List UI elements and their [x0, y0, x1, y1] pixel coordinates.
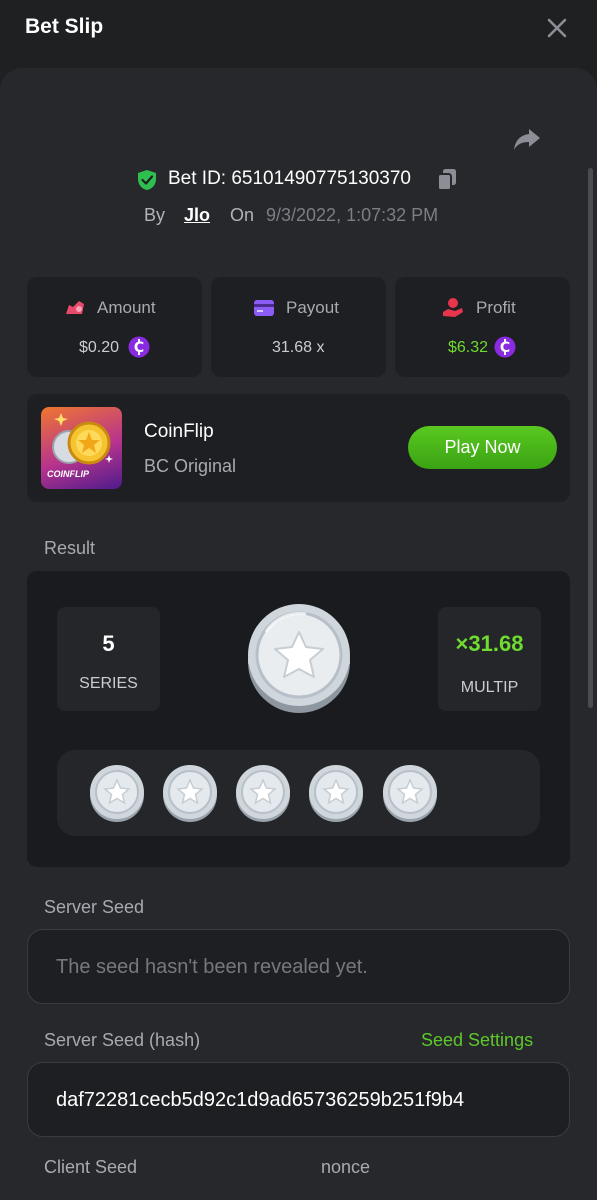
seed-settings-link[interactable]: Seed Settings	[421, 1030, 533, 1051]
game-name: CoinFlip	[144, 421, 214, 442]
shield-check-icon	[137, 169, 157, 191]
game-thumb-label: COINFLIP	[47, 469, 89, 479]
header-bar: Bet Slip	[0, 0, 597, 62]
bet-id-row: Bet ID: 65101490775130370	[0, 166, 597, 194]
hand-coin-icon	[442, 297, 464, 319]
payout-value: 31.68 x	[272, 339, 325, 356]
amount-card: Amount $0.20 C	[27, 277, 202, 377]
silver-coin-icon	[90, 765, 144, 822]
silver-coin-icon	[236, 765, 290, 822]
bet-meta-row: By Jlo On 9/3/2022, 1:07:32 PM	[0, 202, 597, 228]
coin-series-row	[57, 750, 540, 836]
game-card: COINFLIP CoinFlip BC Original Play Now	[27, 394, 570, 502]
close-icon[interactable]	[545, 16, 569, 40]
multiplier-box: ×31.68 MULTIP	[438, 607, 541, 711]
server-seed-field[interactable]: The seed hasn't been revealed yet.	[27, 929, 570, 1004]
currency-coin-icon: C	[494, 336, 516, 358]
result-card: 5 SERIES ×31.68 MULTIP	[27, 571, 570, 867]
series-box: 5 SERIES	[57, 607, 160, 711]
silver-coin-icon	[163, 765, 217, 822]
server-seed-hash-label: Server Seed (hash)	[44, 1030, 201, 1050]
payout-card: Payout 31.68 x	[211, 277, 386, 377]
silver-coin-icon	[383, 765, 437, 822]
page-title: Bet Slip	[25, 15, 104, 38]
series-label: SERIES	[79, 675, 138, 692]
bet-id: Bet ID: 65101490775130370	[168, 168, 411, 189]
multiplier-value: ×31.68	[455, 631, 524, 656]
result-label: Result	[44, 538, 96, 558]
server-seed-hash-value: daf72281cecb5d92c1d9ad65736259b251f9b4	[56, 1089, 465, 1111]
coinflip-game-thumbnail[interactable]: COINFLIP	[41, 407, 122, 489]
game-provider: BC Original	[144, 456, 237, 476]
share-icon[interactable]	[512, 124, 542, 154]
scrollbar[interactable]	[588, 168, 593, 708]
server-seed-value: The seed hasn't been revealed yet.	[56, 956, 368, 978]
nonce-label: nonce	[321, 1157, 371, 1177]
bettor-username-link[interactable]: Jlo	[184, 205, 210, 226]
server-seed-label: Server Seed	[44, 897, 145, 917]
bet-date: 9/3/2022, 1:07:32 PM	[266, 205, 439, 225]
amount-value: $0.20	[79, 339, 120, 356]
multiplier-label: MULTIP	[460, 679, 519, 696]
on-label: On	[230, 205, 255, 225]
money-bag-icon	[64, 297, 86, 319]
server-seed-hash-field[interactable]: daf72281cecb5d92c1d9ad65736259b251f9b4	[27, 1062, 570, 1137]
profit-value: $6.32	[448, 339, 489, 356]
profit-card: Profit $6.32 C	[395, 277, 570, 377]
amount-label: Amount	[97, 298, 156, 317]
profit-label: Profit	[476, 298, 516, 317]
by-label: By	[144, 205, 166, 225]
copy-icon[interactable]	[436, 168, 458, 192]
series-value: 5	[102, 631, 115, 656]
silver-coin-icon	[248, 604, 350, 713]
client-seed-label: Client Seed	[44, 1157, 138, 1177]
silver-coin-icon	[309, 765, 363, 822]
play-now-button[interactable]: Play Now	[408, 426, 557, 469]
payout-label: Payout	[286, 298, 339, 317]
card-icon	[253, 297, 275, 319]
currency-coin-icon: C	[128, 336, 150, 358]
